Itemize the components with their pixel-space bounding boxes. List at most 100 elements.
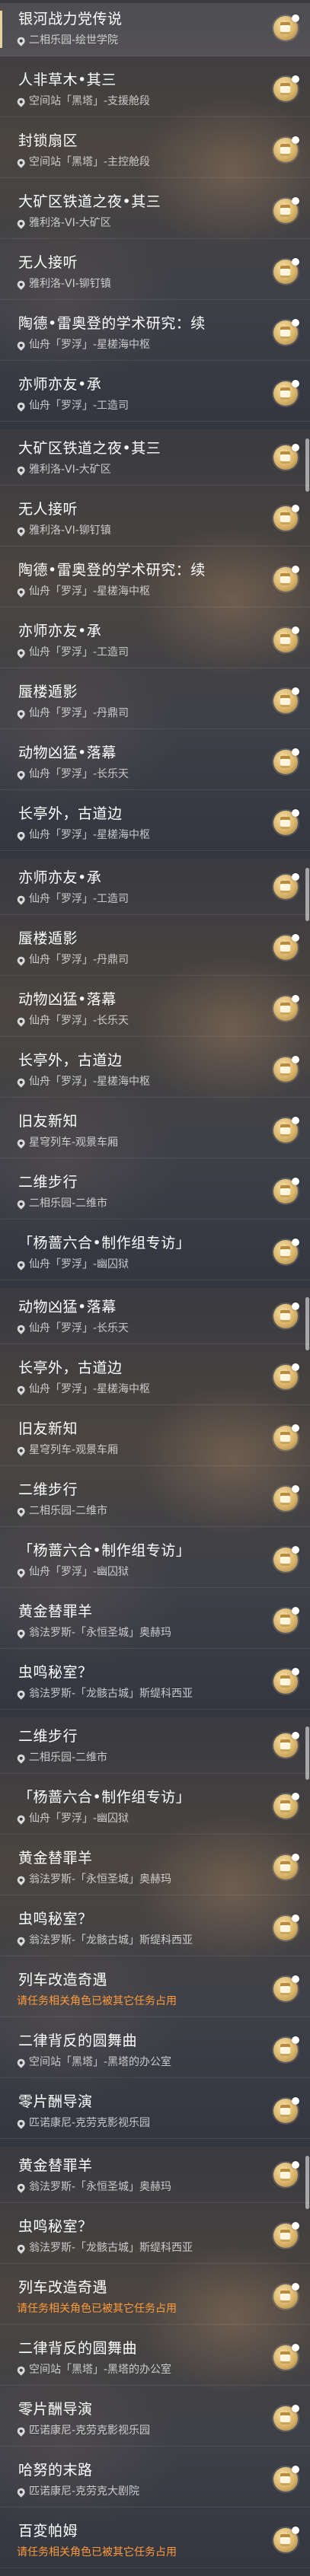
mission-row[interactable]: 蜃楼遁影 仙舟「罗浮」-丹鼎司 <box>0 923 310 976</box>
mission-row[interactable]: 动物凶猛•落幕 仙舟「罗浮」-长乐天 <box>0 984 310 1037</box>
mission-title: 无人接听 <box>18 501 78 518</box>
mission-row[interactable]: 「杨蔷六合•制作组专访」 仙舟「罗浮」-幽囚狱 <box>0 1781 310 1835</box>
companion-mission-icon <box>273 809 299 835</box>
mission-sub-text: 仙舟「罗浮」-星槎海中枢 <box>29 585 151 598</box>
mission-location: 仙舟「罗浮」-幽囚狱 <box>15 1258 129 1271</box>
mission-row[interactable]: 哈努的末路 匹诺康尼-克劳克大剧院 <box>0 2454 310 2507</box>
mission-row[interactable]: 亦师亦友•承 仙舟「罗浮」-工造司 <box>0 368 310 422</box>
mission-row[interactable]: 大矿区铁道之夜•其三 雅利洛-VI-大矿区 <box>0 186 310 239</box>
location-pin-icon <box>15 96 27 107</box>
location-pin-icon <box>15 2364 27 2376</box>
mission-location: 匹诺康尼-克劳克影视乐园 <box>15 2424 150 2437</box>
mission-sub-text: 匹诺康尼-克劳克大剧院 <box>29 2485 140 2498</box>
mission-row[interactable]: 二维步行 二相乐园-二维市 <box>0 1720 310 1774</box>
mission-list-panel: 黄金替罪羊 翁法罗斯-「永恒圣城」奥赫玛 虫鸣秘室？ 翁法罗斯-「龙骸古城」斯缇科西亚… <box>0 2147 310 2576</box>
mission-sub-text: 翁法罗斯-「永恒圣城」奥赫玛 <box>29 1873 172 1886</box>
mission-title: 动物凶猛•落幕 <box>18 1299 117 1315</box>
mission-warning: 请任务相关角色已被其它任务占用 <box>17 2546 177 2559</box>
companion-mission-icon <box>273 1424 299 1450</box>
mission-sub-text: 仙舟「罗浮」-工造司 <box>29 893 129 905</box>
mission-row[interactable]: 动物凶猛•落幕 仙舟「罗浮」-长乐天 <box>0 737 310 790</box>
location-pin-icon <box>15 2486 27 2498</box>
mission-row[interactable]: 列车改造奇遇 请任务相关角色已被其它任务占用 <box>0 1964 310 2017</box>
mission-row[interactable]: 亦师亦友•承 仙舟「罗浮」-工造司 <box>0 615 310 668</box>
mission-row[interactable]: 人非草木•其三 空间站「黑塔」-支援舱段 <box>0 64 310 117</box>
mission-row[interactable]: 零片酬导演 匹诺康尼-克劳克影视乐园 <box>0 2086 310 2139</box>
mission-title: 银河战力党传说 <box>18 11 123 27</box>
location-pin-icon <box>15 1628 27 1639</box>
mission-title: 长亭外，古道边 <box>18 1052 123 1069</box>
mission-sub-text: 空间站「黑塔」-主控舱段 <box>29 156 151 168</box>
mission-row[interactable]: 「杨蔷六合•制作组专访」仙舟「罗浮」-幽囚狱 <box>0 1535 310 1588</box>
location-pin-icon <box>15 1384 27 1395</box>
mission-location: 二相乐园-二维市 <box>15 1504 107 1518</box>
location-pin-icon <box>15 586 27 598</box>
mission-location: 匹诺康尼-克劳克影视乐园 <box>15 2116 150 2130</box>
mission-row[interactable]: 虫鸣秘室？ 翁法罗斯-「龙骸古城」斯缇科西亚 <box>0 2211 310 2264</box>
mission-row[interactable]: 二维步行 二相乐园-二维市 <box>0 1166 310 1219</box>
companion-mission-icon <box>273 566 299 591</box>
mission-title: 旧友新知 <box>18 1420 78 1437</box>
mission-row[interactable]: 无人接听雅利洛-VI-铆钉镇 <box>0 493 310 547</box>
location-pin-icon <box>15 1076 27 1088</box>
mission-row[interactable]: 二律背反的圆舞曲 空间站「黑塔」-黑塔的办公室 <box>0 2332 310 2386</box>
mission-row[interactable]: 长亭外，古道边 仙舟「罗浮」-星槎海中枢 <box>0 1044 310 1098</box>
mission-row[interactable]: 旧友新知 星穹列车-观景车厢 <box>0 1413 310 1466</box>
mission-row[interactable]: 黄金替罪羊 翁法罗斯-「永恒圣城」奥赫玛 <box>0 1596 310 1649</box>
companion-mission-icon <box>273 934 299 960</box>
mission-row[interactable]: 陶德•雷奥登的学术研究：续 仙舟「罗浮」-星槎海中枢 <box>0 554 310 607</box>
companion-mission-icon <box>273 2466 299 2492</box>
mission-row[interactable]: 百変帕姆 请任务相关角色已被其它任务占用 <box>0 2515 310 2568</box>
mission-row[interactable]: 旧友新知 星穹列车-观景车厢 <box>0 1105 310 1159</box>
mission-title: 列车改造奇遇 <box>18 2279 108 2296</box>
mission-row[interactable]: 大矿区铁道之夜•其三 雅利洛-VI-大矿区 <box>0 432 310 486</box>
location-pin-icon <box>15 1688 27 1700</box>
mission-sub-text: 仙舟「罗浮」-幽囚狱 <box>29 1258 129 1270</box>
mission-sub-text: 雅利洛-VI-铆钉镇 <box>29 524 111 537</box>
mission-title: 二维步行 <box>18 1174 78 1191</box>
mission-row[interactable]: 「杨蔷六合•制作组专访」 仙舟「罗浮」-幽囚狱 <box>0 1227 310 1280</box>
mission-location: 翁法罗斯-「龙骸古城」斯缇科西亚 <box>15 2241 193 2255</box>
mission-location: 仙舟「罗浮」-幽囚狱 <box>15 1812 129 1825</box>
mission-row[interactable]: 封锁扇区 空间站「黑塔」-主控舱段 <box>0 125 310 178</box>
mission-row[interactable]: 虫鸣秘室？ 翁法罗斯-「龙骸古城」斯缇科西亚 <box>0 1903 310 1956</box>
location-pin-icon <box>15 340 27 351</box>
companion-mission-icon <box>273 748 299 774</box>
mission-row[interactable]: 亦师亦友•承 仙舟「罗浮」-工造司 <box>0 862 310 915</box>
mission-location: 翁法罗斯-「龙骸古城」斯缇科西亚 <box>15 1934 193 1947</box>
mission-row[interactable]: 动物凶猛•落幕 仙舟「罗浮」-长乐天 <box>0 1291 310 1344</box>
mission-row[interactable]: 长亭外，古道边 仙舟「罗浮」-星槎海中枢 <box>0 1352 310 1405</box>
mission-row[interactable]: 黄金替罪羊 翁法罗斯-「永恒圣城」奥赫玛 <box>0 2150 310 2203</box>
companion-mission-icon <box>273 626 299 652</box>
location-pin-icon <box>15 830 27 841</box>
location-pin-icon <box>15 708 27 719</box>
mission-sub-text: 仙舟「罗浮」-长乐天 <box>29 1015 129 1027</box>
mission-location: 翁法罗斯-「龙骸古城」斯缇科西亚 <box>15 1687 193 1701</box>
mission-row[interactable]: 陶德•雷奥登的学术研究：续 仙舟「罗浮」-星槎海中枢 <box>0 308 310 361</box>
mission-sub-text: 翁法罗斯-「龙骸古城」斯缇科西亚 <box>29 1688 193 1700</box>
companion-mission-icon <box>273 2097 299 2123</box>
mission-sub-text: 雅利洛-VI-大矿区 <box>29 217 111 229</box>
mission-row[interactable]: 零片酬导演 匹诺康尼-克劳克影视乐园 <box>0 2393 310 2447</box>
companion-mission-icon <box>273 1732 299 1758</box>
mission-sub-text: 星穹列车-观景车厢 <box>29 1137 119 1149</box>
mission-row[interactable]: 列车改造奇遇 请任务相关角色已被其它任务占用 <box>0 2272 310 2325</box>
location-pin-icon <box>15 1874 27 1886</box>
location-pin-icon <box>15 894 27 905</box>
mission-sub-text: 仙舟「罗浮」-丹鼎司 <box>29 707 129 719</box>
mission-row[interactable]: 二律背反的圆舞曲 空间站「黑塔」-黑塔的办公室 <box>0 2025 310 2078</box>
companion-mission-icon <box>273 1363 299 1389</box>
mission-row[interactable]: 蜃楼遁影 仙舟「罗浮」-丹鼎司 <box>0 676 310 729</box>
location-pin-icon <box>15 525 27 537</box>
mission-title: 二律背反的圆舞曲 <box>18 2032 138 2049</box>
mission-row[interactable]: 虫鸣秘室？ 翁法罗斯-「龙骸古城」斯缇科西亚 <box>0 1656 310 1710</box>
mission-row[interactable]: 黄金替罪羊 翁法罗斯-「永恒圣城」奥赫玛 <box>0 1842 310 1895</box>
mission-location: 雅利洛-VI-大矿区 <box>15 463 111 477</box>
mission-row[interactable]: 银河战力党传说 二相乐园-绘世学院 <box>0 3 310 56</box>
mission-title: 「杨蔷六合•制作组专访」 <box>18 1542 191 1559</box>
mission-location: 翁法罗斯-「永恒圣城」奥赫玛 <box>15 2180 171 2194</box>
mission-row[interactable]: 长亭外，古道边 仙舟「罗浮」-星槎海中枢 <box>0 798 310 851</box>
mission-row[interactable]: 无人接听 雅利洛-VI-铆钉镇 <box>0 247 310 300</box>
mission-row[interactable]: 二维步行 二相乐园-二维市 <box>0 1474 310 1527</box>
mission-sub-text: 仙舟「罗浮」-幽囚狱 <box>29 1566 129 1578</box>
